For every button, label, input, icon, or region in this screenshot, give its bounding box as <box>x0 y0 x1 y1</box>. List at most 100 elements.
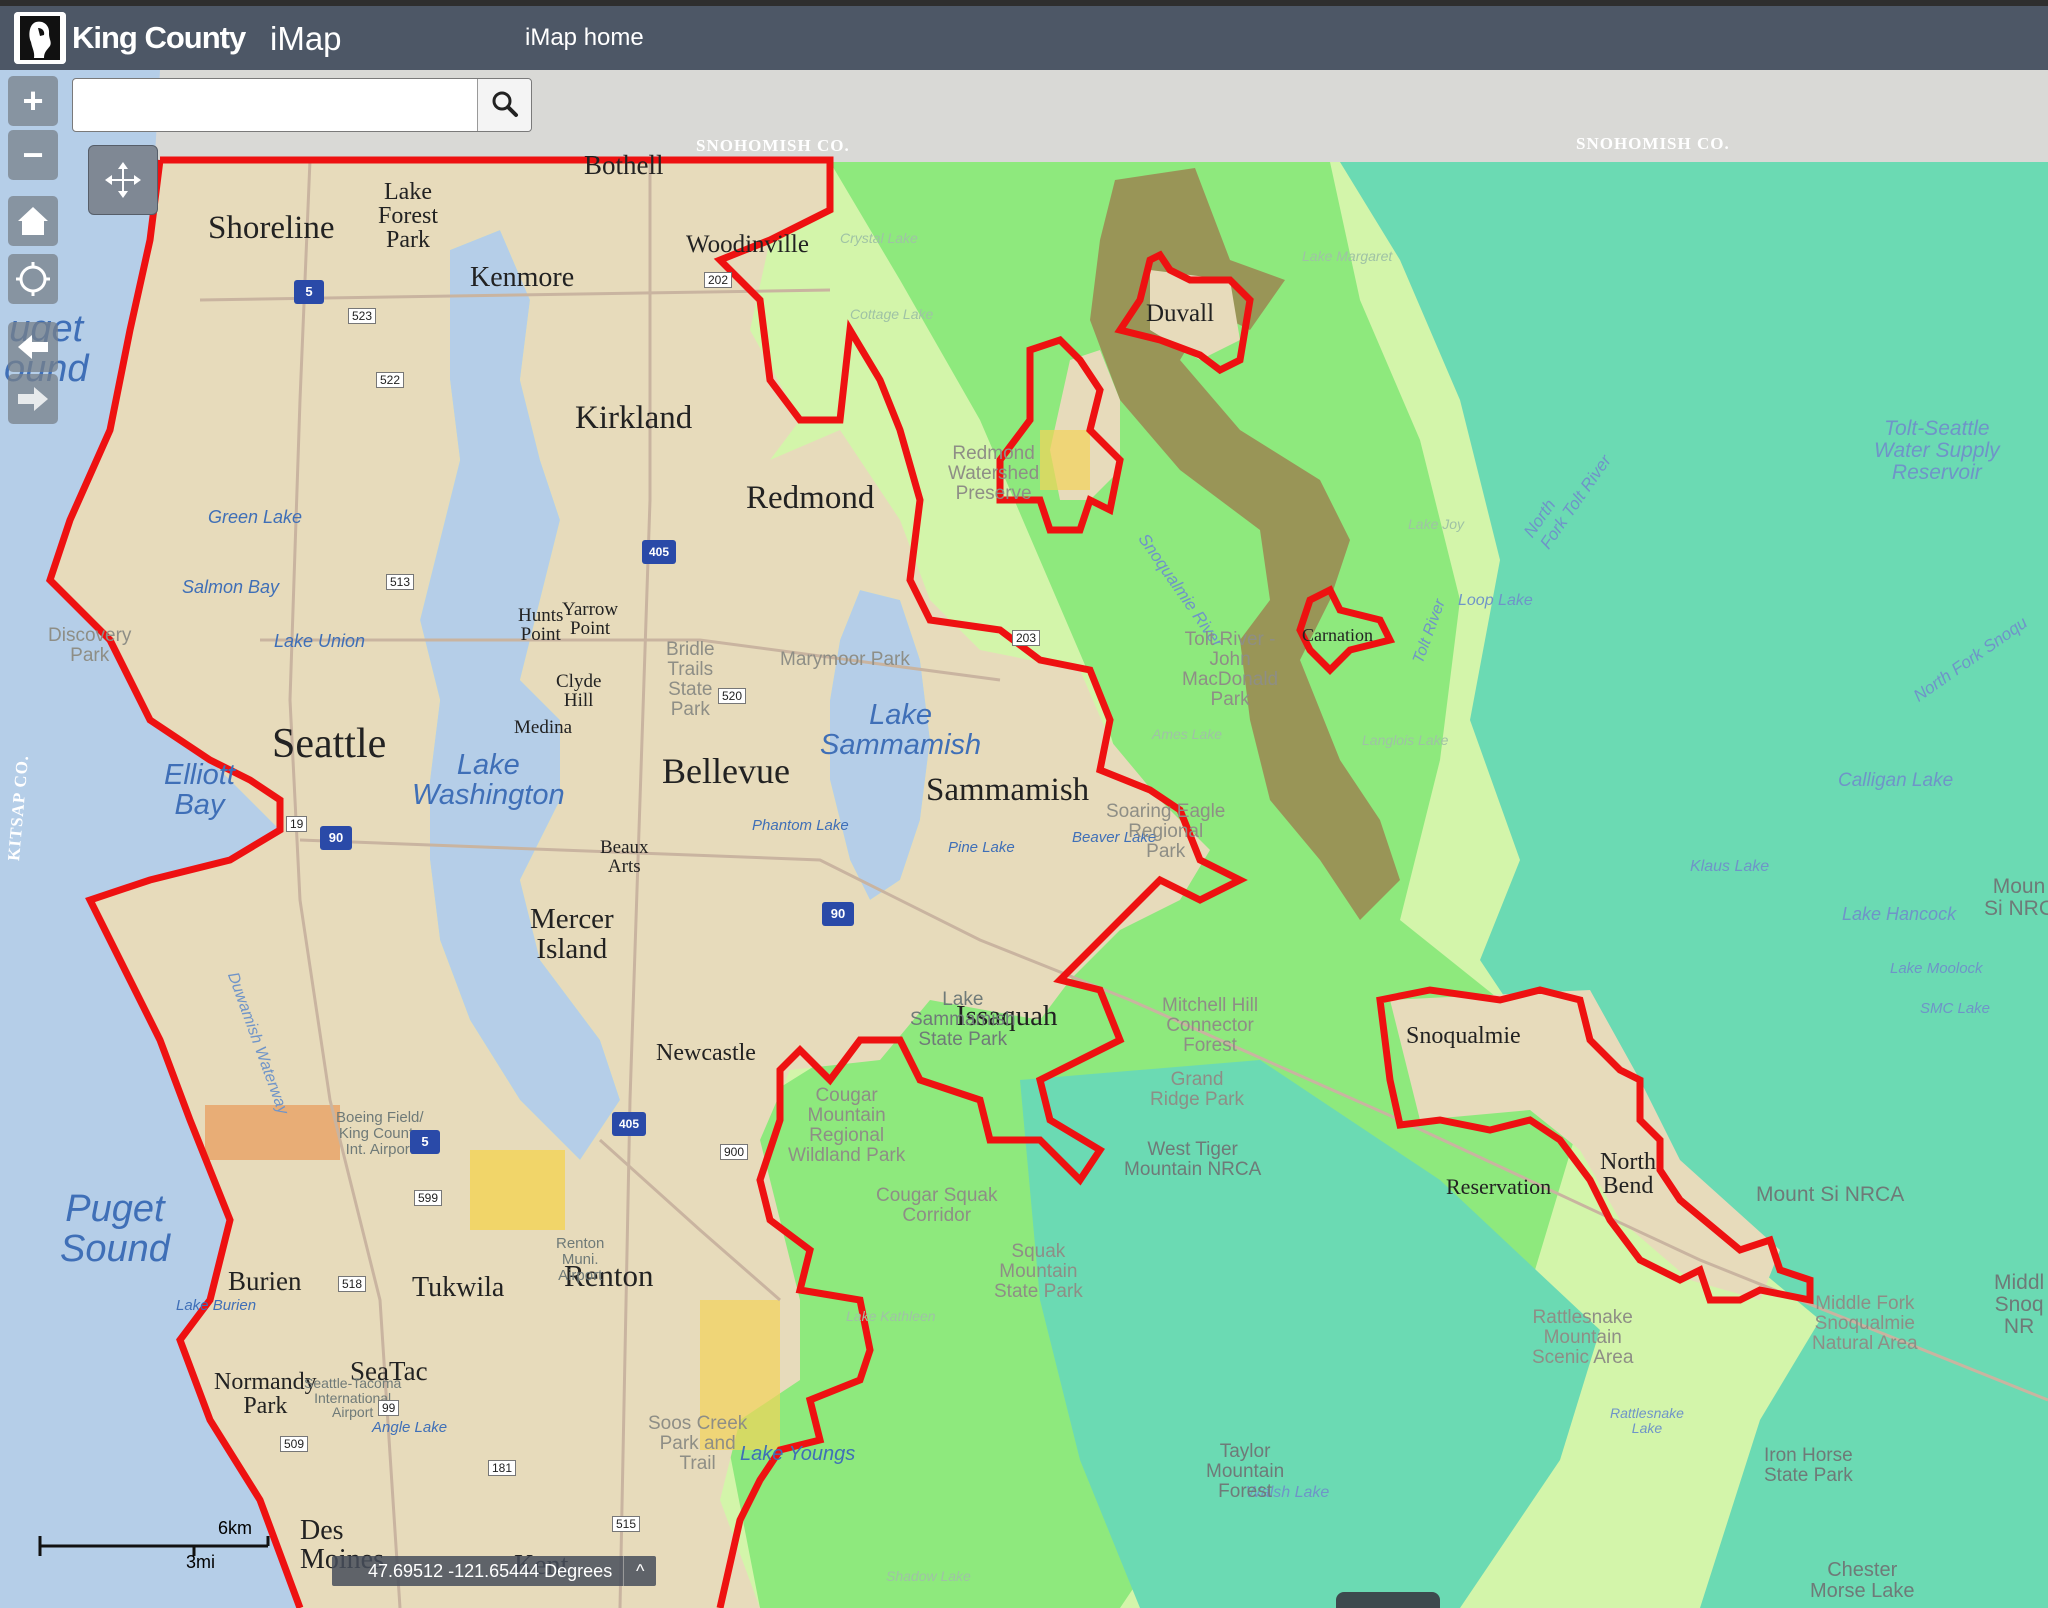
chevron-up-icon[interactable]: ^ <box>623 1556 656 1586</box>
water-label-pine-lake: Pine Lake <box>948 839 1015 856</box>
brand-name: King County <box>72 20 246 55</box>
park-label-middle-snoqualmie-edge: Middl Snoq NR <box>1994 1271 2045 1339</box>
water-label-tolt-reservoir: Tolt-Seattle Water Supply Reservoir <box>1874 417 2000 485</box>
water-label-elliott-bay: Elliott Bay <box>164 759 235 822</box>
renton-airport-parcels <box>470 1150 565 1230</box>
imap-home-link[interactable]: iMap home <box>525 24 644 52</box>
zoom-out-button[interactable]: − <box>8 130 58 180</box>
park-label-cougar-mountain: Cougar Mountain Regional Wildland Park <box>788 1085 906 1166</box>
move-icon <box>105 162 141 198</box>
water-label-phantom-lake: Phantom Lake <box>752 817 849 834</box>
park-label-rattlesnake-mountain: Rattlesnake Mountain Scenic Area <box>1532 1307 1634 1368</box>
park-label-mount-si: Mount Si NRCA <box>1756 1183 1905 1206</box>
scale-bar: 6km 3mi <box>36 1518 276 1572</box>
water-label-green-lake: Green Lake <box>208 507 303 527</box>
water-label-lake-youngs: Lake Youngs <box>740 1443 856 1465</box>
city-label-shoreline: Shoreline <box>208 210 335 246</box>
water-label-lake-hancock: Lake Hancock <box>1842 904 1957 924</box>
city-label-bothell: Bothell <box>584 150 664 180</box>
city-label-burien: Burien <box>228 1266 302 1296</box>
park-label-soaring-eagle: Soaring Eagle Regional Park <box>1106 801 1226 862</box>
park-label-taylor-mountain: Taylor Mountain Forest <box>1206 1441 1285 1502</box>
water-label-smc-lake: SMC Lake <box>1920 1000 1991 1017</box>
zoom-in-button[interactable]: + <box>8 76 58 126</box>
label-cottage-lake: Cottage Lake <box>850 306 934 322</box>
city-label-woodinville: Woodinville <box>686 231 809 258</box>
shield-i5-north: 5 <box>294 280 324 304</box>
water-label-lake-union: Lake Union <box>274 631 366 651</box>
water-label-lake-moolock: Lake Moolock <box>1890 960 1983 977</box>
king-county-logo[interactable] <box>14 12 66 64</box>
app-header: King County iMap iMap home <box>0 0 2048 70</box>
park-label-renton-airport: Renton Muni. Airport <box>556 1235 605 1284</box>
shield-i405-south: 405 <box>612 1112 646 1136</box>
shield-i90-west: 90 <box>320 826 352 850</box>
park-label-bridle-trails: Bridle Trails State Park <box>666 639 715 720</box>
next-extent-button[interactable] <box>8 374 58 424</box>
city-label-mercer-island: Mercer Island <box>530 903 614 966</box>
search-button[interactable] <box>477 79 531 131</box>
locate-button[interactable] <box>8 254 58 304</box>
scale-metric-label: 6km <box>218 1518 253 1538</box>
water-label-lake-sammamish: Lake Sammamish <box>820 699 982 762</box>
map-canvas[interactable]: SNOHOMISH CO. SNOHOMISH CO. KITSAP CO. S… <box>0 70 2048 1608</box>
label-langlois-lake: Langlois Lake <box>1362 732 1449 748</box>
shield-i5-south: 5 <box>410 1130 440 1154</box>
arrow-left-icon <box>18 335 48 359</box>
pan-tool-button[interactable] <box>88 145 158 215</box>
label-crystal-lake: Crystal Lake <box>840 230 918 246</box>
coordinate-readout[interactable]: 47.69512 -121.65444 Degrees ^ <box>332 1556 657 1586</box>
shield-sr99: 99 <box>378 1400 400 1416</box>
scale-imperial-label: 3mi <box>186 1552 216 1572</box>
search-input[interactable] <box>75 81 475 129</box>
city-label-sammamish: Sammamish <box>926 772 1090 808</box>
shield-sr509: 509 <box>280 1436 309 1452</box>
shield-sr523: 523 <box>348 308 377 324</box>
bottom-panel-handle[interactable] <box>1336 1592 1440 1608</box>
park-label-tolt-macdonald: Tolt River - John MacDonald Park <box>1182 629 1279 710</box>
park-label-middle-fork: Middle Fork Snoqualmie Natural Area <box>1812 1293 1918 1354</box>
shield-sr522: 522 <box>376 372 405 388</box>
city-label-yarrow-point: Yarrow Point <box>562 599 619 639</box>
park-label-grand-ridge: Grand Ridge Park <box>1150 1069 1244 1110</box>
city-label-hunts-point: Hunts Point <box>518 605 564 645</box>
park-label-marymoor: Marymoor Park <box>780 649 910 670</box>
park-label-cougar-squak: Cougar Squak Corridor <box>876 1185 998 1226</box>
label-lake-kathleen: Lake Kathleen <box>846 1308 936 1324</box>
city-label-redmond: Redmond <box>746 480 875 516</box>
city-label-medina: Medina <box>514 717 573 738</box>
water-label-angle-lake: Angle Lake <box>372 1419 448 1436</box>
home-button[interactable] <box>8 196 58 246</box>
park-label-mitchell-hill: Mitchell Hill Connector Forest <box>1162 995 1259 1056</box>
shield-sr518: 518 <box>338 1276 367 1292</box>
city-label-lake-forest-park: Lake Forest Park <box>378 179 438 253</box>
coordinate-text: 47.69512 -121.65444 Degrees <box>368 1561 613 1581</box>
park-label-west-tiger: West Tiger Mountain NRCA <box>1124 1139 1262 1180</box>
shield-sr520: 520 <box>718 688 747 704</box>
app-title: iMap <box>270 20 342 57</box>
label-shadow-lake: Shadow Lake <box>886 1568 971 1584</box>
park-label-discovery: Discovery Park <box>48 625 132 666</box>
city-label-duvall: Duvall <box>1146 300 1215 327</box>
search-box <box>72 78 532 132</box>
city-label-seattle: Seattle <box>272 721 387 767</box>
search-icon <box>492 91 518 117</box>
previous-extent-button[interactable] <box>8 322 58 372</box>
city-label-bellevue: Bellevue <box>662 751 790 791</box>
water-label-calligan-lake: Calligan Lake <box>1838 770 1954 791</box>
label-ames-lake: Ames Lake <box>1152 726 1223 742</box>
water-label-loop-lake: Loop Lake <box>1458 592 1533 609</box>
city-label-kenmore: Kenmore <box>470 262 575 293</box>
city-label-beaux-arts: Beaux Arts <box>600 837 649 877</box>
plus-icon: + <box>22 80 44 121</box>
water-label-rattlesnake-lake: Rattlesnake Lake <box>1610 1405 1684 1436</box>
city-label-north-bend: North Bend <box>1600 1149 1656 1199</box>
park-label-redmond-watershed: Redmond Watershed Preserve <box>948 443 1040 504</box>
park-label-soos-creek: Soos Creek Park and Trail <box>648 1413 748 1474</box>
crosshair-icon <box>16 262 50 296</box>
water-label-lake-burien: Lake Burien <box>176 1297 257 1314</box>
water-label-klaus-lake: Klaus Lake <box>1690 858 1770 875</box>
county-label-snohomish-east: SNOHOMISH CO. <box>1576 134 1730 153</box>
park-label-iron-horse: Iron Horse State Park <box>1764 1445 1853 1486</box>
city-label-snoqualmie: Snoqualmie <box>1406 1023 1521 1049</box>
